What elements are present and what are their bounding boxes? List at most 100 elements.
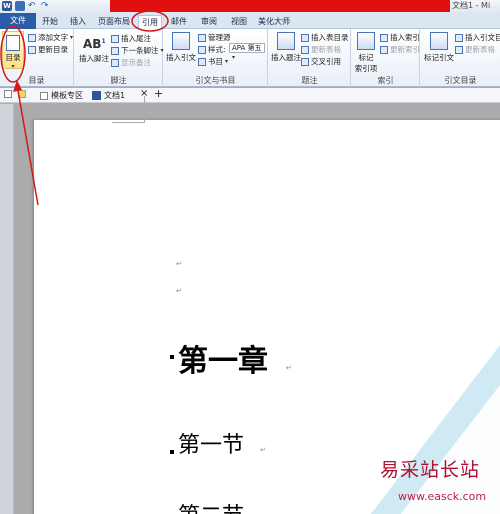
chevron-down-icon: ▾ — [70, 34, 74, 41]
mark-entry-button[interactable]: 标记 索引项 — [353, 32, 379, 74]
left-ruler-gutter — [0, 104, 14, 514]
insert-citation-label: 插入引文 — [166, 53, 196, 62]
tab-file[interactable]: 文件 — [0, 13, 36, 29]
doc-tab-label: 文档1 — [104, 91, 126, 100]
tab-view[interactable]: 视图 — [228, 15, 250, 29]
manage-sources-button[interactable]: 管理源 — [198, 32, 231, 43]
next-footnote-button[interactable]: 下一条脚注 ▾ — [111, 45, 164, 56]
word-app-icon[interactable]: W — [2, 1, 12, 11]
tab-page-layout[interactable]: 页面布局 — [96, 15, 132, 29]
cross-reference-button[interactable]: 交叉引用 — [301, 56, 341, 67]
insert-toa-icon — [455, 33, 463, 42]
insert-table-of-figures-button[interactable]: 插入表目录 — [301, 32, 349, 43]
insert-footnote-button[interactable]: 插入脚注 — [79, 53, 109, 64]
tab-insert[interactable]: 插入 — [66, 15, 90, 29]
citation-style-select[interactable]: APA 第五 ▾ — [229, 43, 265, 61]
chevron-down-icon: ▾ — [11, 63, 15, 70]
tab-home[interactable]: 开始 — [38, 15, 62, 29]
mark-entry-label-2: 索引项 — [354, 64, 378, 73]
group-captions: 插入题注 插入表目录 更新表格 交叉引用 题注 — [269, 29, 351, 87]
group-toc: 目录 ▾ 添加文字 ▾ 更新目录 目录 — [0, 29, 74, 87]
heading-bullet — [170, 450, 174, 454]
mark-citation-button[interactable]: 标记引文 — [423, 32, 455, 63]
open-folder-icon[interactable] — [18, 90, 26, 98]
insert-caption-button[interactable]: 插入题注 — [271, 32, 301, 63]
update-table-icon — [301, 45, 309, 54]
group-citations: 插入引文 管理源 样式: 书目 ▾ 引文与书目 — [164, 29, 268, 87]
toc-icon — [6, 35, 20, 51]
paragraph-mark: ↵ — [260, 446, 266, 454]
insert-endnote-label: 插入尾注 — [121, 34, 151, 43]
style-label: 样式: — [198, 44, 226, 55]
tab-mailings[interactable]: 邮件 — [168, 15, 190, 29]
insert-footnote-icon[interactable]: AB1 — [83, 37, 106, 51]
next-footnote-label: 下一条脚注 — [121, 46, 159, 55]
toc-button-label: 目录 — [5, 53, 21, 62]
word-doc-icon — [92, 91, 101, 100]
group-label-citations: 引文与书目 — [195, 76, 236, 85]
new-doc-icon[interactable] — [4, 90, 12, 98]
folder-icon — [18, 90, 26, 98]
update-toa-icon — [455, 45, 463, 54]
update-toc-button[interactable]: 更新目录 — [28, 44, 68, 55]
bibliography-button[interactable]: 书目 ▾ — [198, 56, 228, 67]
tab-references[interactable]: 引用 — [138, 15, 162, 30]
update-index-label: 更新索引 — [390, 45, 420, 54]
title-bar: W ↶ ↷ 文档1 - Mi — [0, 0, 500, 13]
save-icon[interactable] — [15, 1, 25, 11]
mark-citation-icon — [430, 32, 448, 50]
group-footnotes: AB1 插入脚注 插入尾注 下一条脚注 ▾ 显示备注 脚注 — [75, 29, 164, 87]
document-tabs-bar: 模板专区 文档1 × + — [0, 87, 500, 103]
watermark-url: www.easck.com — [398, 490, 487, 503]
update-table-button[interactable]: 更新表格 — [301, 44, 341, 55]
insert-endnote-button[interactable]: 插入尾注 — [111, 33, 151, 44]
insert-toa-label: 插入引文目 — [465, 33, 500, 42]
tab-template-zone[interactable]: 模板专区 — [40, 90, 83, 101]
add-tab-icon[interactable]: + — [154, 87, 163, 100]
cross-reference-label: 交叉引用 — [311, 57, 341, 66]
group-label-captions: 题注 — [301, 76, 318, 85]
tab-beautify-master[interactable]: 美化大师 — [256, 15, 292, 29]
bibliography-icon — [198, 57, 206, 66]
show-notes-button[interactable]: 显示备注 — [111, 57, 151, 68]
heading-chapter[interactable]: 第一章 — [178, 336, 268, 380]
group-label-table-of-authorities: 引文目录 — [444, 76, 477, 85]
window-title: 文档1 - Mi — [452, 1, 491, 10]
add-text-button[interactable]: 添加文字 ▾ — [28, 32, 73, 43]
mark-entry-label-1: 标记 — [358, 53, 374, 62]
chevron-down-icon: ▾ — [232, 54, 236, 61]
insert-index-label: 插入索引 — [390, 33, 420, 42]
mark-citation-label: 标记引文 — [424, 53, 454, 62]
manage-sources-icon — [198, 33, 206, 42]
update-index-button[interactable]: 更新索引 — [380, 44, 420, 55]
update-toa-label: 更新表格 — [465, 45, 495, 54]
update-toa-button[interactable]: 更新表格 — [455, 44, 495, 55]
tab-document1[interactable]: 文档1 — [92, 90, 125, 101]
insert-index-button[interactable]: 插入索引 — [380, 32, 420, 43]
table-of-figures-icon — [301, 33, 309, 42]
caption-icon — [277, 32, 295, 50]
citation-icon — [172, 32, 190, 50]
tab-review[interactable]: 审阅 — [198, 15, 220, 29]
watermark-background — [370, 345, 500, 514]
style-label-text: 样式: — [208, 45, 226, 54]
group-label-index: 索引 — [377, 76, 394, 85]
new-document-icon — [4, 90, 12, 98]
template-tab-label: 模板专区 — [51, 91, 83, 100]
heading-section-1[interactable]: 第一节 — [178, 427, 244, 459]
redo-icon[interactable]: ↷ — [41, 1, 51, 11]
paragraph-mark: ↵ — [286, 364, 292, 372]
group-table-of-authorities: 标记引文 插入引文目 更新表格 引文目录 — [421, 29, 500, 87]
heading-section-2[interactable]: 第二节 — [178, 498, 244, 514]
margin-corner-mark — [144, 96, 145, 123]
insert-toa-button[interactable]: 插入引文目 — [455, 32, 500, 43]
insert-table-of-figures-label: 插入表目录 — [311, 33, 349, 42]
update-toc-label: 更新目录 — [38, 45, 68, 54]
endnote-icon — [111, 34, 119, 43]
cross-reference-icon — [301, 57, 309, 66]
insert-citation-button[interactable]: 插入引文 — [166, 32, 196, 63]
title-highlight-bar — [110, 0, 450, 12]
undo-icon[interactable]: ↶ — [28, 1, 38, 11]
toc-button[interactable]: 目录 ▾ — [2, 31, 24, 70]
show-notes-label: 显示备注 — [121, 58, 151, 67]
